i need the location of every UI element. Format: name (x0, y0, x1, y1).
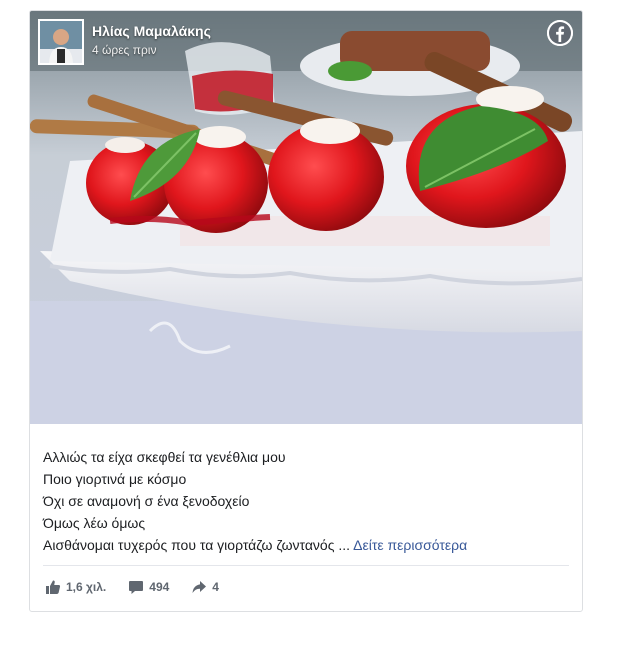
post-photo[interactable]: Ηλίας Μαμαλάκης 4 ώρες πριν (30, 11, 582, 424)
caption-text: Αισθάνομαι τυχερός που τα γιορτάζω ζωντα… (43, 537, 335, 553)
facebook-post-embed: Ηλίας Μαμαλάκης 4 ώρες πριν Αλλιώς τα εί… (29, 10, 583, 612)
engagement-stats: 1,6 χιλ. 494 4 (45, 579, 241, 595)
see-more-link[interactable]: Δείτε περισσότερα (353, 537, 467, 553)
author-name[interactable]: Ηλίας Μαμαλάκης (92, 23, 211, 39)
post-author[interactable]: Ηλίας Μαμαλάκης 4 ώρες πριν (38, 19, 211, 65)
caption-line: Όχι σε αναμονή σ ένα ξενοδοχείο (43, 493, 250, 509)
thumbs-up-icon (46, 580, 61, 594)
caption-ellipsis: ... (338, 537, 351, 553)
likes-stat[interactable]: 1,6 χιλ. (45, 579, 106, 595)
likes-count: 1,6 χιλ. (66, 580, 107, 594)
caption-line-last: Αισθάνομαι τυχερός που τα γιορτάζω ζωντα… (43, 534, 563, 556)
food-photo-illustration (30, 11, 582, 424)
comment-bubble-icon (129, 581, 144, 594)
post-caption: Αλλιώς τα είχα σκεφθεί τα γενέθλια μου Π… (43, 446, 563, 556)
chef-avatar-icon (40, 21, 82, 63)
author-avatar[interactable] (38, 19, 84, 65)
shares-count: 4 (212, 580, 219, 594)
caption-line: Ποιο γιορτινά με κόσμο (43, 471, 187, 487)
comments-stat[interactable]: 494 (128, 579, 169, 595)
share-arrow-icon (192, 581, 207, 593)
facebook-logo-icon (547, 20, 573, 46)
caption-line: Όμως λέω όμως (43, 515, 146, 531)
post-timestamp[interactable]: 4 ώρες πριν (92, 43, 211, 57)
shares-stat[interactable]: 4 (191, 579, 219, 595)
caption-line: Αλλιώς τα είχα σκεφθεί τα γενέθλια μου (43, 449, 286, 465)
comments-count: 494 (149, 580, 170, 594)
facebook-icon[interactable] (547, 20, 573, 46)
stats-divider (43, 565, 569, 566)
